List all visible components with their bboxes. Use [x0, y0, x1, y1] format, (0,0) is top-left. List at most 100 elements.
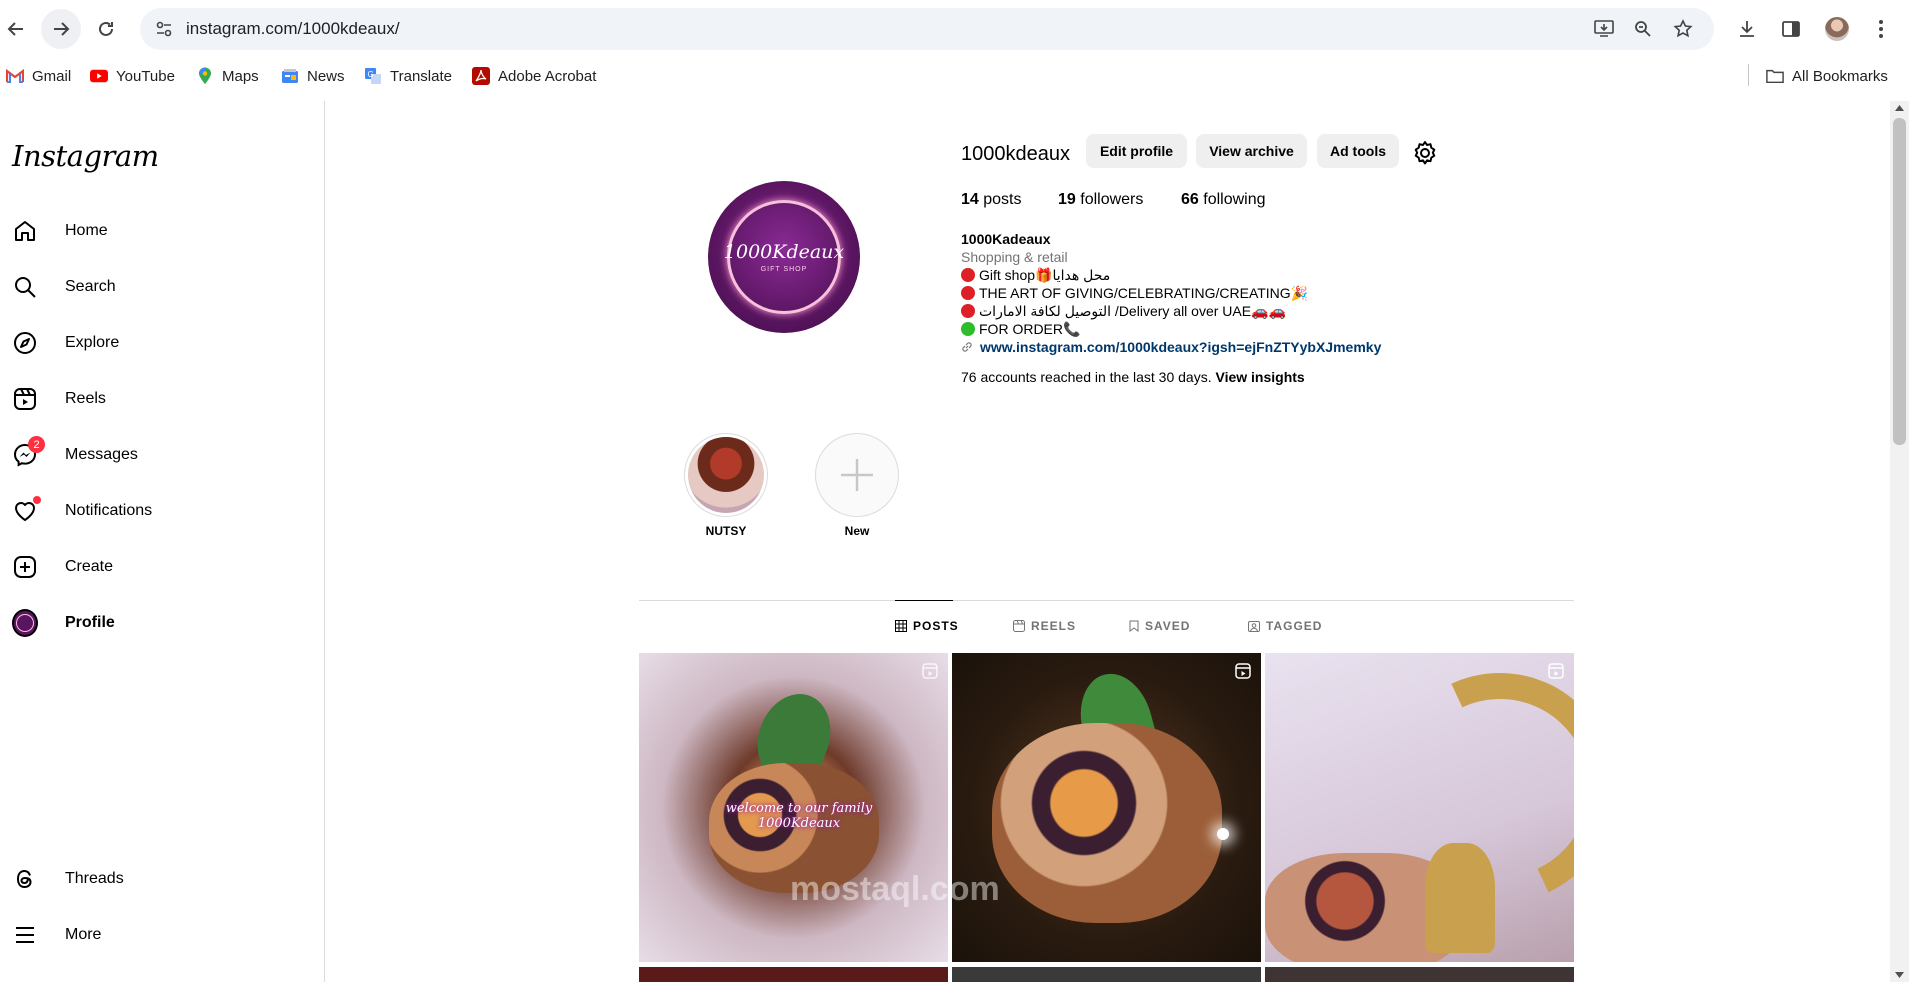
- scroll-up-icon[interactable]: [1895, 105, 1904, 111]
- folder-icon: [1766, 67, 1784, 85]
- post-thumbnail[interactable]: welcome to our family 1000Kdeaux: [639, 653, 948, 962]
- menu-icon: [12, 922, 38, 948]
- plus-square-icon: [12, 554, 38, 580]
- tabs-divider: [639, 600, 1574, 601]
- bookmark-youtube[interactable]: YouTube: [90, 66, 175, 86]
- bookmark-translate[interactable]: G Translate: [364, 66, 452, 86]
- grid-icon: [895, 620, 907, 632]
- all-bookmarks-button[interactable]: All Bookmarks: [1766, 66, 1888, 86]
- browser-menu-button[interactable]: [1861, 9, 1901, 49]
- youtube-icon: [90, 67, 108, 85]
- profile-picture[interactable]: 1000Kdeaux GIFT SHOP: [708, 181, 860, 333]
- arrow-left-icon: [7, 22, 23, 36]
- watermark-text: mostaql.com: [790, 870, 1000, 908]
- scroll-down-icon[interactable]: [1895, 972, 1904, 978]
- bio-line: FOR ORDER📞: [961, 320, 1521, 338]
- svg-text:G: G: [368, 70, 374, 79]
- reels-icon: [12, 386, 38, 412]
- bookmark-star-icon[interactable]: [1671, 17, 1695, 41]
- messages-badge: 2: [28, 436, 45, 453]
- reels-tab-icon: [1013, 620, 1025, 632]
- bookmarks-bar: Gmail YouTube Maps News G Translate Adob…: [0, 58, 1909, 94]
- sidebar-item-create[interactable]: Create: [12, 543, 302, 591]
- view-insights-link[interactable]: View insights: [1216, 369, 1305, 385]
- translate-icon: G: [364, 67, 382, 85]
- sidebar-item-explore[interactable]: Explore: [12, 319, 302, 367]
- compass-icon: [12, 330, 38, 356]
- tab-reels[interactable]: REELS: [1013, 611, 1076, 641]
- tab-saved[interactable]: SAVED: [1129, 611, 1190, 641]
- tag-person-icon: [1248, 621, 1260, 632]
- sidebar-item-threads[interactable]: Threads: [12, 855, 302, 903]
- instagram-sidebar: Instagram Home Search Explore Reels 2 Me…: [0, 101, 325, 982]
- kebab-menu-icon: [1879, 20, 1883, 38]
- forward-button[interactable]: [41, 9, 81, 49]
- scrollbar-thumb[interactable]: [1893, 118, 1906, 445]
- followers-count[interactable]: 19 followers: [1058, 191, 1143, 209]
- url-text[interactable]: instagram.com/1000kdeaux/: [186, 19, 400, 39]
- edit-profile-button[interactable]: Edit profile: [1086, 134, 1187, 168]
- highlight-new[interactable]: New: [814, 433, 900, 538]
- browser-toolbar: instagram.com/1000kdeaux/: [0, 0, 1909, 58]
- reload-button[interactable]: [86, 9, 126, 49]
- post-thumbnail[interactable]: [1265, 653, 1574, 962]
- bio-line: THE ART OF GIVING/CELEBRATING/CREATING🎉: [961, 284, 1521, 302]
- bookmark-acrobat[interactable]: Adobe Acrobat: [472, 66, 596, 86]
- bookmark-news[interactable]: News: [281, 66, 345, 86]
- sidebar-item-reels[interactable]: Reels: [12, 375, 302, 423]
- bookmark-maps[interactable]: Maps: [196, 66, 259, 86]
- bio-category: Shopping & retail: [961, 249, 1068, 265]
- arrow-right-icon: [54, 22, 70, 36]
- sidebar-item-home[interactable]: Home: [12, 207, 302, 255]
- highlight-cover: [684, 433, 768, 517]
- zoom-icon[interactable]: [1631, 17, 1655, 41]
- address-bar[interactable]: instagram.com/1000kdeaux/: [140, 8, 1714, 50]
- instagram-logo[interactable]: Instagram: [12, 139, 159, 173]
- notification-dot: [33, 496, 41, 504]
- ad-tools-button[interactable]: Ad tools: [1317, 134, 1399, 168]
- search-icon: [12, 274, 38, 300]
- bookmark-gmail[interactable]: Gmail: [6, 66, 71, 86]
- sidebar-item-notifications[interactable]: Notifications: [12, 487, 302, 535]
- side-panel-icon: [1782, 21, 1800, 37]
- sidebar-item-profile[interactable]: Profile: [12, 599, 302, 647]
- tab-posts[interactable]: POSTS: [895, 611, 959, 641]
- download-icon: [1740, 21, 1754, 37]
- sidebar-item-more[interactable]: More: [12, 911, 302, 959]
- sidebar-item-messages[interactable]: 2 Messages: [12, 431, 302, 479]
- news-icon: [281, 67, 299, 85]
- sidebar-item-search[interactable]: Search: [12, 263, 302, 311]
- post-image-figure: [1425, 843, 1495, 953]
- post-thumbnail[interactable]: [1265, 967, 1574, 982]
- post-thumbnail[interactable]: [952, 653, 1261, 962]
- install-app-icon[interactable]: [1592, 17, 1616, 41]
- downloads-button[interactable]: [1727, 9, 1767, 49]
- profile-username: 1000kdeaux: [961, 143, 1070, 165]
- post-thumbnail[interactable]: [639, 967, 948, 982]
- bookmarks-divider: [1748, 64, 1749, 86]
- view-archive-button[interactable]: View archive: [1196, 134, 1307, 168]
- site-settings-icon[interactable]: [152, 17, 176, 41]
- avatar: [1825, 17, 1849, 41]
- avatar-logo-text: 1000Kdeaux: [723, 241, 845, 263]
- reel-indicator-icon: [922, 663, 938, 679]
- active-tab-indicator: [895, 600, 953, 601]
- profile-avatar-icon: [12, 609, 38, 637]
- reel-indicator-icon: [1548, 663, 1564, 679]
- posts-count: 14 posts: [961, 191, 1022, 208]
- back-button[interactable]: [0, 9, 36, 49]
- avatar-logo-subtext: GIFT SHOP: [760, 266, 808, 273]
- user-avatar-button[interactable]: [1817, 9, 1857, 49]
- post-thumbnail[interactable]: [952, 967, 1261, 982]
- highlight-nutsy[interactable]: NUTSY: [683, 433, 769, 538]
- heart-icon: [12, 496, 41, 524]
- maps-icon: [196, 67, 214, 85]
- following-count[interactable]: 66 following: [1181, 191, 1266, 209]
- tab-tagged[interactable]: TAGGED: [1248, 611, 1322, 641]
- post-image-bouquet: [992, 723, 1222, 923]
- reel-indicator-icon: [1235, 663, 1251, 679]
- side-panel-button[interactable]: [1771, 9, 1811, 49]
- settings-gear-icon[interactable]: [1411, 139, 1439, 167]
- bio-link[interactable]: www.instagram.com/1000kdeaux?igsh=ejFnZT…: [961, 338, 1521, 356]
- avatar-logo-ring: 1000Kdeaux GIFT SHOP: [723, 200, 845, 314]
